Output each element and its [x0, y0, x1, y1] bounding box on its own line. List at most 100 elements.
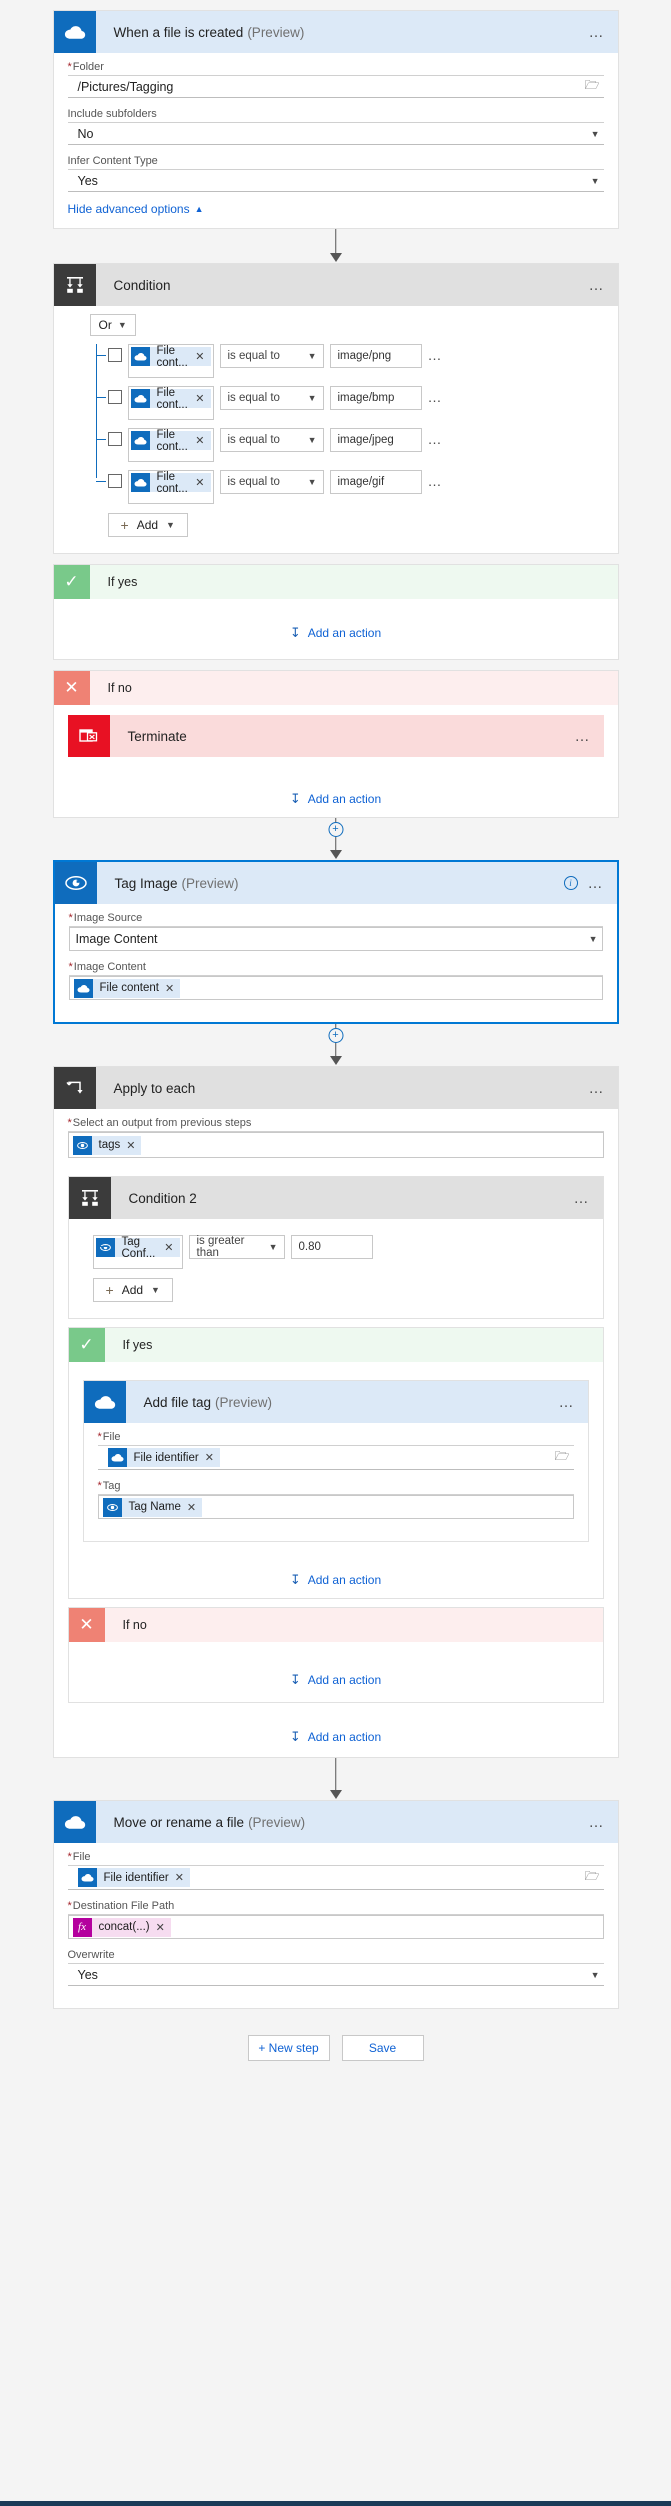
condition-card-header[interactable]: Condition …	[53, 264, 618, 306]
condition-value-input[interactable]: image/jpeg	[329, 428, 422, 452]
insert-step-button[interactable]: +	[328, 1028, 343, 1043]
condition-row-token-field[interactable]: File cont... ✕	[127, 470, 214, 504]
condition-card[interactable]: Condition … Or ▼ File cont... ✕ is equal…	[52, 263, 619, 554]
apply-to-each-card[interactable]: Apply to each … *Select an output from p…	[52, 1066, 619, 1758]
condition-row-menu[interactable]: …	[428, 344, 444, 363]
condition-2-token-field[interactable]: Tag Conf... ✕	[92, 1235, 183, 1269]
yes-branch-header[interactable]: ✓ If yes	[53, 565, 618, 599]
token-pill[interactable]: File cont... ✕	[130, 387, 211, 411]
chevron-down-icon[interactable]: ▼	[591, 1970, 600, 1980]
chevron-down-icon[interactable]: ▼	[591, 129, 600, 139]
remove-token-icon[interactable]: ✕	[195, 392, 210, 405]
trigger-card-header[interactable]: When a file is created (Preview) …	[53, 11, 618, 53]
condition-2-operator-dropdown[interactable]: is greater than ▼	[188, 1235, 285, 1259]
condition-row-token-field[interactable]: File cont... ✕	[127, 428, 214, 462]
condition-value-input[interactable]: image/bmp	[329, 386, 422, 410]
image-source-dropdown[interactable]: Image Content ▼	[68, 927, 603, 951]
condition-2-yes-header[interactable]: ✓ If yes	[68, 1328, 603, 1362]
condition-2-no-header[interactable]: ✕ If no	[68, 1608, 603, 1642]
apply-to-each-more-menu[interactable]: …	[589, 1081, 606, 1096]
info-icon[interactable]: i	[563, 876, 578, 890]
token-pill[interactable]: File cont... ✕	[130, 345, 211, 369]
token-pill[interactable]: File cont... ✕	[130, 471, 211, 495]
condition-row-menu[interactable]: …	[428, 386, 444, 405]
condition-operator-dropdown[interactable]: is equal to ▼	[219, 470, 324, 494]
image-content-token-input[interactable]: File content ✕	[68, 976, 603, 1000]
remove-token-icon[interactable]: ✕	[126, 1139, 141, 1152]
no-branch-add-action[interactable]: ↧ Add an action	[68, 791, 604, 807]
include-subfolders-dropdown[interactable]: No ▼	[67, 123, 604, 145]
terminate-card-header[interactable]: Terminate …	[67, 715, 604, 757]
condition-row-menu[interactable]: …	[428, 428, 444, 447]
condition-more-menu[interactable]: …	[589, 278, 606, 293]
condition-row-token-field[interactable]: File cont... ✕	[127, 344, 214, 378]
condition-operator-dropdown[interactable]: is equal to ▼	[219, 386, 324, 410]
move-or-rename-file-header[interactable]: Move or rename a file (Preview) …	[53, 1801, 618, 1843]
folder-input[interactable]: /Pictures/Tagging 🗁	[67, 76, 604, 98]
condition-add-button[interactable]: + Add ▼	[107, 513, 188, 537]
tag-image-card-header[interactable]: Tag Image (Preview) i …	[54, 862, 617, 904]
move-or-rename-file-card[interactable]: Move or rename a file (Preview) … *File …	[52, 1800, 619, 2009]
remove-token-icon[interactable]: ✕	[195, 476, 210, 489]
apply-to-each-add-action[interactable]: ↧ Add an action	[68, 1729, 604, 1745]
folder-picker-icon[interactable]: 🗁	[585, 76, 600, 97]
condition-row-checkbox[interactable]	[107, 474, 122, 488]
condition-row-checkbox[interactable]	[107, 432, 122, 446]
chevron-down-icon[interactable]: ▼	[591, 176, 600, 186]
expression-token-pill[interactable]: fx concat(...) ✕	[72, 1917, 171, 1937]
remove-token-icon[interactable]: ✕	[195, 350, 210, 363]
condition-2-header[interactable]: Condition 2 …	[68, 1177, 603, 1219]
no-branch-header[interactable]: ✕ If no	[53, 671, 618, 705]
condition-2-yes-add-action[interactable]: ↧ Add an action	[83, 1572, 589, 1588]
tag-image-card[interactable]: Tag Image (Preview) i … *Image Source Im…	[52, 860, 619, 1024]
infer-content-type-dropdown[interactable]: Yes ▼	[67, 170, 604, 192]
condition-operator-dropdown[interactable]: is equal to ▼	[219, 428, 324, 452]
trigger-card-when-a-file-is-created[interactable]: When a file is created (Preview) … *Fold…	[52, 10, 619, 229]
condition-value-input[interactable]: image/png	[329, 344, 422, 368]
move-file-token-input[interactable]: File identifier ✕ 🗁	[67, 1866, 604, 1890]
remove-token-icon[interactable]: ✕	[156, 1921, 171, 1934]
new-step-button[interactable]: + New step	[247, 2035, 330, 2061]
save-button[interactable]: Save	[341, 2035, 424, 2061]
file-token-input[interactable]: File identifier ✕ 🗁	[97, 1446, 574, 1470]
condition-row-checkbox[interactable]	[107, 348, 122, 362]
move-or-rename-file-more-menu[interactable]: …	[589, 1815, 606, 1830]
remove-token-icon[interactable]: ✕	[195, 434, 210, 447]
add-file-tag-card[interactable]: Add file tag (Preview) … *File File iden…	[82, 1380, 589, 1542]
token-pill[interactable]: File identifier ✕	[107, 1448, 220, 1467]
condition-value-input[interactable]: image/gif	[329, 470, 422, 494]
yes-branch-add-action[interactable]: ↧ Add an action	[68, 625, 604, 641]
add-file-tag-more-menu[interactable]: …	[559, 1395, 576, 1410]
destination-file-path-input[interactable]: fx concat(...) ✕	[67, 1915, 604, 1939]
token-pill[interactable]: Tag Name ✕	[102, 1497, 203, 1517]
remove-token-icon[interactable]: ✕	[164, 1241, 179, 1254]
trigger-more-menu[interactable]: …	[589, 25, 606, 40]
condition-2-add-button[interactable]: + Add ▼	[92, 1278, 173, 1302]
apply-to-each-header[interactable]: Apply to each …	[53, 1067, 618, 1109]
condition-2-no-add-action[interactable]: ↧ Add an action	[83, 1672, 589, 1688]
condition-row-token-field[interactable]: File cont... ✕	[127, 386, 214, 420]
token-pill[interactable]: File content ✕	[73, 978, 181, 998]
overwrite-dropdown[interactable]: Yes ▼	[67, 1964, 604, 1986]
condition-row-menu[interactable]: …	[428, 470, 444, 489]
remove-token-icon[interactable]: ✕	[165, 982, 180, 995]
remove-token-icon[interactable]: ✕	[187, 1501, 202, 1514]
folder-picker-icon[interactable]: 🗁	[555, 1447, 570, 1468]
condition-row-checkbox[interactable]	[107, 390, 122, 404]
token-pill[interactable]: File cont... ✕	[130, 429, 211, 453]
select-output-input[interactable]: tags ✕	[67, 1132, 604, 1158]
condition-2-value-input[interactable]: 0.80	[290, 1235, 373, 1259]
logic-operator-dropdown[interactable]: Or ▼	[89, 314, 136, 336]
tag-token-input[interactable]: Tag Name ✕	[97, 1495, 574, 1519]
remove-token-icon[interactable]: ✕	[205, 1451, 220, 1464]
hide-advanced-options-link[interactable]: Hide advanced options ▲	[68, 202, 204, 216]
folder-picker-icon[interactable]: 🗁	[585, 1867, 600, 1888]
terminate-more-menu[interactable]: …	[575, 729, 592, 744]
condition-2-card[interactable]: Condition 2 … Tag Conf... ✕ is greater t…	[67, 1176, 604, 1319]
add-file-tag-header[interactable]: Add file tag (Preview) …	[83, 1381, 588, 1423]
token-pill[interactable]: tags ✕	[72, 1135, 142, 1155]
condition-2-more-menu[interactable]: …	[574, 1191, 591, 1206]
token-pill[interactable]: Tag Conf... ✕	[95, 1236, 180, 1260]
tag-image-more-menu[interactable]: …	[588, 876, 605, 891]
insert-step-button[interactable]: +	[328, 822, 343, 837]
